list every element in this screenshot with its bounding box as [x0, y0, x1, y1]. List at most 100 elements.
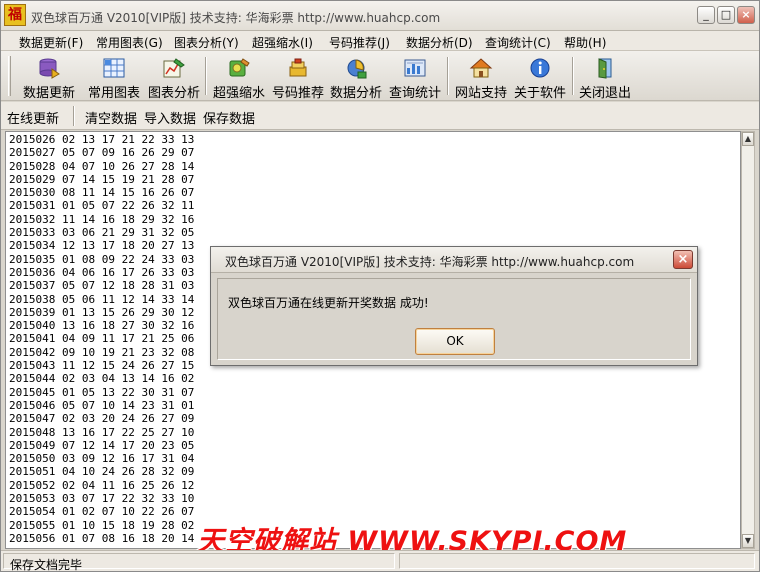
- save-data-button[interactable]: 保存数据: [203, 108, 255, 127]
- home-icon: [469, 58, 493, 78]
- toolbar-label: 网站支持: [454, 86, 507, 101]
- close-icon: ×: [741, 8, 751, 21]
- draw-row: 2015026 02 13 17 21 22 33 13: [9, 133, 195, 146]
- dialog-title-bar[interactable]: 双色球百万通 V2010[VIP版] 技术支持: 华海彩票 http://www…: [211, 247, 697, 273]
- dialog-title: 双色球百万通 V2010[VIP版] 技术支持: 华海彩票 http://www…: [225, 255, 635, 269]
- toolbar-data-analysis-button[interactable]: 数据分析: [328, 53, 384, 101]
- draw-row: 2015034 12 13 17 18 20 27 13: [9, 239, 195, 253]
- scroll-up-button[interactable]: ▲: [742, 132, 754, 146]
- title-bar[interactable]: 福 双色球百万通 V2010[VIP版] 技术支持: 华海彩票 http://w…: [1, 1, 759, 31]
- toolbar-website-support-button[interactable]: 网站支持: [452, 53, 510, 101]
- toolbar-recommend-button[interactable]: 号码推荐: [270, 53, 326, 101]
- toolbar-data-update-button[interactable]: 数据更新: [18, 53, 80, 101]
- grid-chart-icon: [103, 58, 125, 78]
- chart-analysis-icon: [163, 58, 185, 78]
- exit-door-icon: [598, 58, 612, 79]
- menu-data-update[interactable]: 数据更新(F): [19, 34, 83, 51]
- draw-row: 2015030 08 11 14 15 16 26 07: [9, 186, 195, 200]
- recommend-icon: [289, 58, 307, 77]
- scroll-down-button[interactable]: ▼: [742, 534, 754, 548]
- toolbar-super-filter-button[interactable]: 超强缩水: [209, 53, 269, 101]
- toolbar-label: 关于软件: [513, 86, 566, 101]
- close-icon: ×: [677, 252, 689, 267]
- toolbar-label: 超强缩水: [212, 86, 265, 101]
- status-bar: 保存文档完毕: [1, 550, 759, 572]
- vertical-scrollbar[interactable]: ▲ ▼: [741, 131, 755, 549]
- maximize-icon: □: [720, 8, 732, 21]
- draw-row: 2015045 01 05 13 22 30 31 07: [9, 385, 195, 399]
- draw-row: 2015044 02 03 04 13 14 16 02: [9, 372, 195, 386]
- import-data-button[interactable]: 导入数据: [144, 108, 196, 127]
- toolbar-label: 关闭退出: [578, 86, 631, 101]
- status-text: 保存文档完毕: [10, 558, 83, 572]
- draw-row: 2015050 03 09 12 16 17 31 04: [9, 452, 195, 466]
- draw-row: 2015053 03 07 17 22 32 33 10: [9, 492, 195, 506]
- toolbar-label: 数据更新: [22, 86, 75, 101]
- toolbar-separator: [447, 57, 449, 95]
- toolbar-separator: [572, 57, 574, 95]
- menu-query-stats[interactable]: 查询统计(C): [485, 34, 551, 51]
- toolbar-label: 数据分析: [329, 86, 382, 101]
- minimize-icon: _: [703, 8, 709, 21]
- draw-row: 2015042 09 10 19 21 23 32 08: [9, 345, 195, 359]
- arrow-down-icon: ▼: [744, 536, 752, 545]
- toolbar-about-button[interactable]: 关于软件: [511, 53, 569, 101]
- window-title: 双色球百万通 V2010[VIP版] 技术支持: 华海彩票 http://www…: [31, 11, 441, 25]
- data-subtoolbar: 在线更新 清空数据 导入数据 保存数据: [1, 102, 759, 130]
- minimize-button[interactable]: _: [697, 6, 715, 24]
- subtoolbar-separator: [73, 106, 75, 126]
- draw-row: 2015051 04 10 24 26 28 32 09: [9, 465, 195, 479]
- toolbar-label: 查询统计: [388, 86, 441, 101]
- menu-super-filter[interactable]: 超强缩水(I): [252, 34, 313, 51]
- draw-row: 2015032 11 14 16 18 29 32 16: [9, 212, 195, 226]
- draw-row: 2015028 04 07 10 26 27 28 14: [9, 159, 195, 173]
- toolbar-grip[interactable]: [8, 56, 11, 96]
- online-update-button[interactable]: 在线更新: [7, 108, 59, 127]
- draw-row: 2015049 07 12 14 17 20 23 05: [9, 438, 195, 452]
- close-button[interactable]: ×: [737, 6, 755, 24]
- toolbar-common-charts-button[interactable]: 常用图表: [85, 53, 143, 101]
- menu-help[interactable]: 帮助(H): [564, 34, 606, 51]
- arrow-up-icon: ▲: [744, 134, 752, 143]
- toolbar-separator: [205, 57, 207, 95]
- draw-row: 2015038 05 06 11 12 14 33 14: [9, 292, 195, 306]
- dialog-ok-button[interactable]: OK: [415, 328, 495, 355]
- draw-row: 2015047 02 03 20 24 26 27 09: [9, 412, 195, 426]
- status-cell-main: 保存文档完毕: [3, 553, 395, 572]
- draw-row: 2015056 01 07 08 16 18 20 14: [9, 531, 195, 545]
- draw-row: 2015035 01 08 09 22 24 33 03: [9, 252, 195, 266]
- toolbar-label: 常用图表: [87, 86, 140, 101]
- menu-recommend[interactable]: 号码推荐(J): [329, 34, 390, 51]
- maximize-button[interactable]: □: [717, 6, 735, 24]
- draw-row: 2015036 04 06 16 17 26 33 03: [9, 265, 195, 279]
- draw-row: 2015048 13 16 17 22 25 27 10: [9, 425, 195, 439]
- toolbar-query-stats-button[interactable]: 查询统计: [387, 53, 443, 101]
- menu-chart-analysis[interactable]: 图表分析(Y): [174, 34, 239, 51]
- toolbar-chart-analysis-button[interactable]: 图表分析: [145, 53, 203, 101]
- draw-row: 2015054 01 02 07 10 22 26 07: [9, 505, 195, 519]
- toolbar-label: 图表分析: [147, 86, 200, 101]
- info-icon: [530, 58, 550, 78]
- draw-lines: 2015026 02 13 17 21 22 33 13 2015027 05 0…: [9, 133, 194, 545]
- draw-row: 2015040 13 16 18 27 30 32 16: [9, 319, 195, 333]
- dialog-message: 双色球百万通在线更新开奖数据 成功!: [228, 296, 429, 310]
- app-logo-icon: 福: [4, 4, 26, 26]
- draw-row: 2015033 03 06 21 29 31 32 05: [9, 226, 195, 240]
- menu-data-analysis[interactable]: 数据分析(D): [406, 34, 473, 51]
- draw-row: 2015043 11 12 15 24 26 27 15: [9, 359, 195, 373]
- clear-data-button[interactable]: 清空数据: [85, 108, 137, 127]
- update-success-dialog: 双色球百万通 V2010[VIP版] 技术支持: 华海彩票 http://www…: [210, 246, 698, 366]
- draw-row: 2015052 02 04 11 16 25 26 12: [9, 478, 195, 492]
- status-cell-extra: [399, 553, 755, 569]
- draw-row: 2015031 01 05 07 22 26 32 11: [9, 199, 195, 213]
- analysis-icon: [347, 59, 367, 79]
- menu-bar: 数据更新(F) 常用图表(G) 图表分析(Y) 超强缩水(I) 号码推荐(J) …: [1, 31, 759, 51]
- main-toolbar: 数据更新 常用图表 图表分析 超强缩水 号码推荐 数据分析 查询统计 网站支持 …: [1, 51, 759, 101]
- statistics-icon: [404, 59, 426, 77]
- draw-row: 2015027 05 07 09 16 26 29 07: [9, 146, 195, 160]
- menu-common-charts[interactable]: 常用图表(G): [96, 34, 163, 51]
- draw-row: 2015039 01 13 15 26 29 30 12: [9, 305, 195, 319]
- database-update-icon: [39, 58, 60, 79]
- dialog-close-button[interactable]: ×: [673, 250, 693, 269]
- toolbar-exit-button[interactable]: 关闭退出: [575, 53, 635, 101]
